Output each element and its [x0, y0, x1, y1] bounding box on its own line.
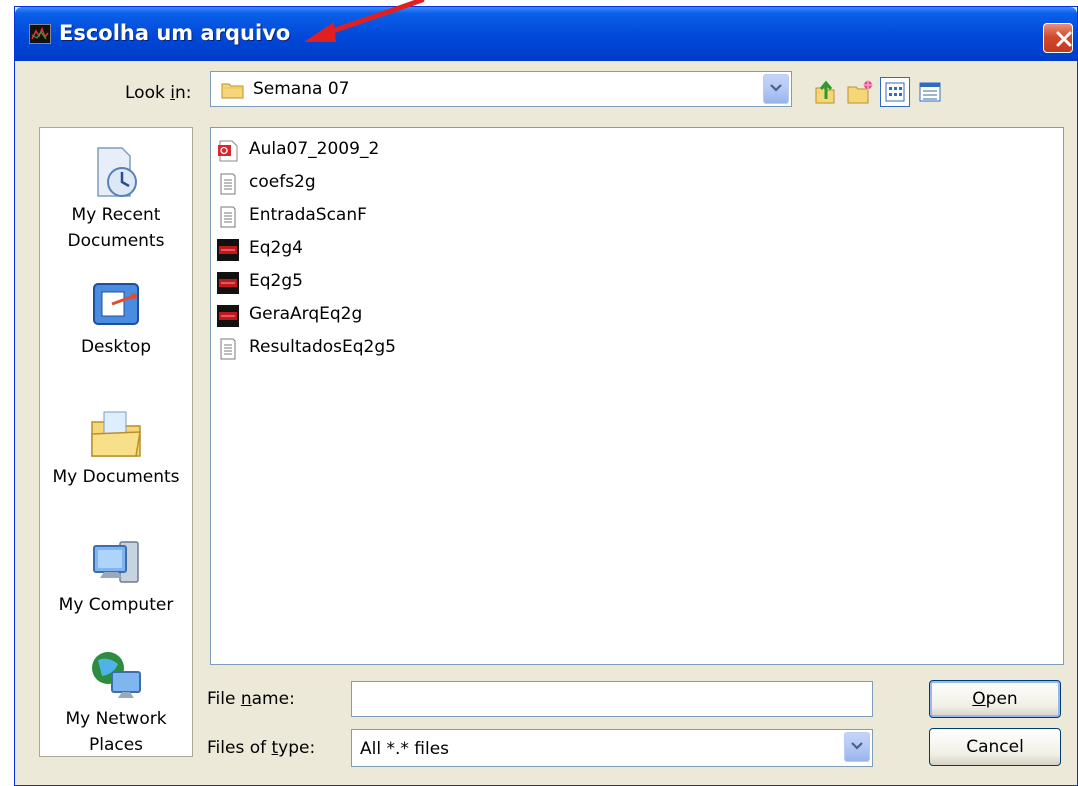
file-name: Eq2g4: [249, 238, 303, 258]
scilab-file-icon: [217, 272, 239, 294]
text-file-icon: [220, 173, 236, 195]
file-type-dropdown-button[interactable]: [844, 732, 870, 762]
file-name: GeraArqEq2g: [249, 304, 363, 324]
look-in-combo[interactable]: Semana 07: [210, 71, 792, 107]
details-view-button[interactable]: [915, 77, 945, 107]
text-file-icon: [220, 338, 236, 360]
place-label: My Computer: [58, 595, 174, 615]
file-type-value: All *.* files: [360, 739, 450, 759]
pdf-file-icon: [218, 140, 238, 162]
desktop-icon: [93, 283, 139, 325]
window-title: Escolha um arquivo: [59, 21, 291, 45]
file-name: Aula07_2009_2: [249, 139, 380, 159]
file-name: EntradaScanF: [249, 205, 367, 225]
annotation-arrow-icon: [304, 0, 425, 42]
open-button[interactable]: Open: [929, 680, 1061, 718]
place-label: Desktop: [80, 337, 152, 357]
details-view-icon: [919, 82, 941, 102]
place-label: My Network: [65, 709, 167, 729]
file-name: Eq2g5: [249, 271, 303, 291]
look-in-label: Look in:: [125, 83, 192, 103]
files-of-type-label: Files of type:: [207, 738, 316, 758]
file-name-label: File name:: [207, 689, 295, 709]
file-chooser-dialog: Escolha um arquivo Look in: Semana 07 My…: [14, 6, 1078, 786]
place-network-places[interactable]: My Network Places: [40, 646, 192, 758]
list-view-icon: [885, 82, 905, 102]
place-label: Documents: [67, 231, 165, 251]
file-name: coefs2g: [249, 172, 316, 192]
list-view-button[interactable]: [880, 77, 910, 107]
close-icon: [1056, 31, 1072, 47]
look-in-dropdown-button[interactable]: [763, 74, 789, 104]
chevron-down-icon: [851, 742, 863, 750]
text-file-icon: [220, 206, 236, 228]
place-recent-documents[interactable]: My Recent Documents: [40, 142, 192, 254]
close-button[interactable]: [1043, 23, 1073, 53]
place-my-computer[interactable]: My Computer: [40, 532, 192, 618]
places-bar: My Recent Documents Desktop My Documents: [39, 127, 193, 757]
place-label: Places: [88, 735, 144, 755]
recent-documents-icon: [97, 147, 137, 197]
title-bar[interactable]: Escolha um arquivo: [15, 7, 1077, 61]
scilab-file-icon: [217, 305, 239, 327]
up-one-level-button[interactable]: [810, 77, 840, 107]
place-desktop[interactable]: Desktop: [40, 274, 192, 360]
up-one-level-icon: [815, 80, 835, 104]
place-label: My Documents: [52, 467, 180, 487]
folder-icon: [221, 83, 244, 99]
network-places-icon: [92, 652, 141, 698]
file-name-input[interactable]: [351, 681, 873, 717]
place-label: My Recent: [71, 205, 161, 225]
look-in-value: Semana 07: [253, 79, 350, 99]
file-type-combo[interactable]: All *.* files: [351, 729, 873, 767]
create-new-folder-icon: [847, 80, 873, 104]
chevron-down-icon: [770, 84, 782, 92]
place-my-documents[interactable]: My Documents: [40, 404, 192, 490]
file-name: ResultadosEq2g5: [249, 337, 396, 357]
scilab-app-icon: [29, 24, 51, 44]
cancel-button[interactable]: Cancel: [929, 728, 1061, 766]
my-computer-icon: [93, 541, 139, 583]
file-list[interactable]: Aula07_2009_2 coefs2g EntradaScanF Eq2g4: [210, 127, 1064, 665]
scilab-file-icon: [217, 239, 239, 261]
my-documents-icon: [91, 411, 141, 457]
create-new-folder-button[interactable]: [845, 77, 875, 107]
